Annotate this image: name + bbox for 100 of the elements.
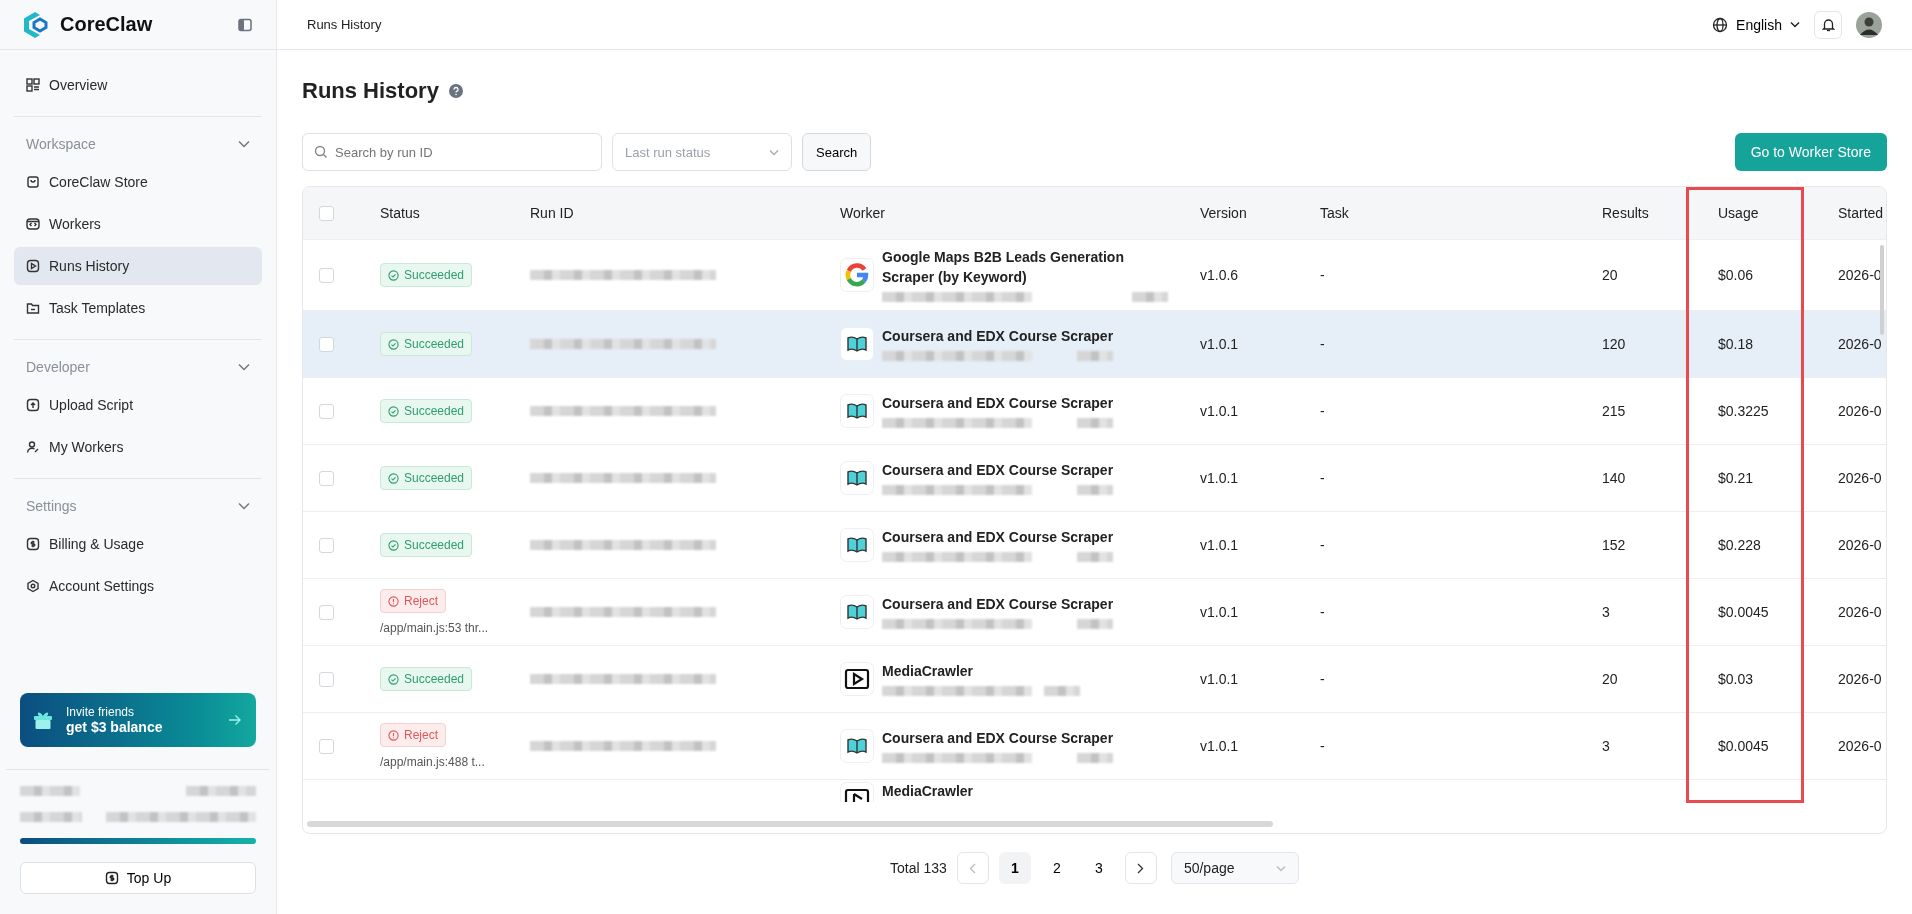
status-badge: Succeeded — [380, 399, 473, 424]
total-count: Total 133 — [890, 860, 947, 876]
table-row[interactable]: Succeeded Coursera and EDX Course Scraper v1.0.1 - 140 $0.21 2026-0 — [303, 445, 1886, 513]
checkbox[interactable] — [319, 267, 334, 283]
column-header: Started — [1838, 205, 1884, 221]
scrollbar[interactable] — [307, 821, 1273, 827]
page-button[interactable]: 2 — [1040, 852, 1073, 884]
usage-amount: $0.06 — [1718, 267, 1754, 284]
results-count: 152 — [1602, 537, 1626, 554]
play-icon — [840, 782, 874, 803]
redacted-text — [20, 812, 82, 822]
usage-amount: $0.0045 — [1718, 738, 1769, 755]
table-row[interactable]: Succeeded Coursera and EDX Course Scraper v1.0.1 - 120 $0.18 2026-0 — [303, 311, 1886, 379]
worker-name[interactable]: Coursera and EDX Course Scraper — [882, 460, 1114, 481]
checkbox[interactable] — [319, 336, 334, 352]
worker-name[interactable]: Coursera and EDX Course Scraper — [882, 594, 1114, 615]
page-button[interactable]: 3 — [1082, 852, 1115, 884]
nav-item[interactable]: Overview — [14, 66, 262, 104]
nav-item[interactable]: Billing & Usage — [14, 525, 262, 563]
redacted-text — [20, 786, 80, 796]
started-time: 2026-0 — [1838, 267, 1882, 284]
column-header: Task — [1320, 205, 1349, 221]
worker-name[interactable]: Coursera and EDX Course Scraper — [882, 393, 1114, 414]
redacted-text — [1044, 686, 1080, 697]
language-selector[interactable]: English — [1712, 16, 1800, 33]
grid-icon — [26, 78, 40, 92]
status-badge: Succeeded — [380, 533, 473, 558]
notification-button[interactable] — [1814, 10, 1842, 39]
nav-item[interactable]: Upload Script — [14, 386, 262, 424]
worker-name[interactable]: Coursera and EDX Course Scraper — [882, 728, 1114, 749]
checkbox[interactable] — [319, 604, 334, 620]
chevron-right-icon — [1137, 862, 1145, 874]
check-circle-icon — [388, 269, 399, 281]
version-text: v1.0.1 — [1200, 671, 1239, 688]
task-text: - — [1320, 267, 1325, 284]
arrow-icon — [228, 714, 242, 726]
worker-name[interactable]: Coursera and EDX Course Scraper — [882, 326, 1114, 347]
usage-amount: $0.21 — [1718, 470, 1754, 487]
checkbox[interactable] — [319, 671, 334, 687]
redacted-text — [186, 786, 256, 796]
usage-amount: $0.0045 — [1718, 604, 1769, 621]
column-header: Run ID — [530, 205, 574, 221]
next-page-button[interactable] — [1124, 852, 1157, 884]
globe-icon — [1712, 16, 1729, 33]
redacted-text — [1077, 485, 1114, 496]
checkbox[interactable] — [319, 470, 334, 486]
upload-icon — [26, 398, 40, 412]
table-row[interactable]: Succeeded Coursera and EDX Course Scraper v1.0.1 - 215 $0.3225 2026-0 — [303, 378, 1886, 446]
started-time: 2026-0 — [1838, 537, 1882, 554]
worker-name[interactable]: Coursera and EDX Course Scraper — [882, 527, 1114, 548]
checkbox[interactable] — [319, 205, 334, 221]
chevron-icon[interactable] — [238, 502, 250, 510]
nav-item[interactable]: CoreClaw Store — [14, 163, 262, 201]
task-text: - — [1320, 537, 1325, 554]
nav-item[interactable]: Task Templates — [14, 289, 262, 327]
search-field[interactable]: Search by run ID — [302, 133, 602, 171]
user-icon — [26, 440, 40, 454]
nav-item[interactable]: Workers — [14, 205, 262, 243]
redacted-text — [1077, 619, 1114, 630]
sidebar-toggle-icon[interactable] — [238, 17, 252, 32]
play-icon — [26, 259, 40, 273]
nav-item[interactable]: My Workers — [14, 428, 262, 466]
results-count: 140 — [1602, 470, 1626, 487]
table-row[interactable]: Succeeded MediaCrawler v1.0.1 - 20 $0.03 2026-0 — [303, 646, 1886, 714]
settings-icon — [26, 579, 40, 593]
scrollbar[interactable] — [1880, 245, 1884, 335]
chevron-icon[interactable] — [238, 363, 250, 371]
redacted-text — [1077, 552, 1114, 563]
chevron-icon[interactable] — [238, 140, 250, 148]
worker-name[interactable]: Google Maps B2B Leads Generation Scraper (by Keyword) — [882, 248, 1168, 288]
code-icon — [26, 217, 40, 231]
status-badge: Succeeded — [380, 667, 473, 692]
started-time: 2026-0 — [1838, 403, 1882, 420]
results-count: 20 — [1602, 671, 1618, 688]
check-circle-icon — [388, 472, 399, 484]
page-button[interactable]: 1 — [998, 852, 1031, 884]
table-row[interactable]: Reject /app/main.js:488 t... Coursera and EDX Course Scraper v1.0.1 - 3 $0.0045 2026-0 — [303, 713, 1886, 781]
invite-banner[interactable]: Invite friends get $3 balance — [20, 693, 256, 747]
checkbox[interactable] — [319, 738, 334, 754]
previous-page-button[interactable] — [956, 852, 989, 884]
top-up-button[interactable]: Top Up — [20, 862, 256, 894]
task-text: - — [1320, 470, 1325, 487]
bag-icon — [26, 175, 40, 189]
table-row[interactable]: Succeeded Coursera and EDX Course Scraper v1.0.1 - 152 $0.228 2026-0 — [303, 512, 1886, 580]
avatar[interactable] — [1856, 11, 1882, 38]
version-text: v1.0.1 — [1200, 336, 1239, 353]
table-row[interactable]: Reject /app/main.js:53 thr... Coursera and EDX Course Scraper v1.0.1 - 3 $0.0045 2026-0 — [303, 579, 1886, 647]
bell-icon — [1821, 17, 1835, 32]
checkbox[interactable] — [319, 537, 334, 553]
started-time: 2026-0 — [1838, 738, 1882, 755]
nav-item[interactable]: Runs History — [14, 247, 262, 285]
worker-name[interactable]: MediaCrawler — [882, 782, 974, 802]
book-icon — [840, 729, 874, 764]
search-button[interactable]: Search — [802, 133, 872, 171]
worker-name[interactable]: MediaCrawler — [882, 661, 1080, 682]
page-size-select[interactable]: 50/page — [1170, 852, 1299, 884]
help-icon[interactable] — [448, 84, 463, 98]
nav-item[interactable]: Account Settings — [14, 567, 262, 605]
checkbox[interactable] — [319, 403, 334, 419]
results-count: 20 — [1602, 267, 1618, 284]
